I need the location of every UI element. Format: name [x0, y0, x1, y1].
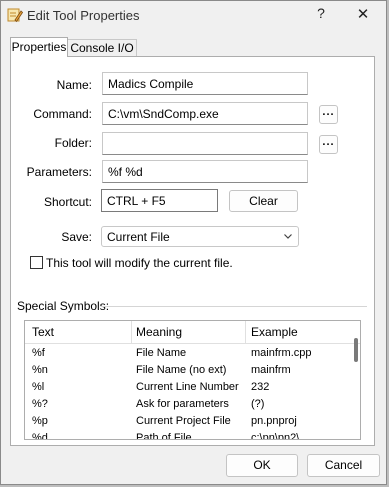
symbol-text: %l: [32, 381, 45, 393]
symbol-example: mainfrm: [251, 364, 291, 376]
cancel-button[interactable]: Cancel: [307, 454, 380, 477]
modify-file-checkbox-label[interactable]: This tool will modify the current file.: [46, 256, 233, 270]
list-item[interactable]: %n File Name (no ext) mainfrm: [25, 362, 345, 379]
symbol-text: %n: [32, 364, 48, 376]
symbol-text: %?: [32, 398, 48, 410]
symbol-example: c:\pn\pn2\: [251, 432, 300, 440]
list-item[interactable]: %d Path of File c:\pn\pn2\: [25, 430, 345, 440]
column-header-example[interactable]: Example: [251, 325, 298, 339]
special-symbols-list[interactable]: Text Meaning Example %f File Name mainfr…: [24, 320, 361, 440]
chevron-down-icon: [284, 234, 292, 239]
save-label: Save:: [61, 230, 92, 244]
list-scrollbar-thumb[interactable]: [354, 338, 358, 362]
save-dropdown-value: Current File: [107, 230, 170, 244]
list-item[interactable]: %p Current Project File pn.pnproj: [25, 413, 345, 430]
list-item[interactable]: %? Ask for parameters (?): [25, 396, 345, 413]
close-button[interactable]: ✕: [353, 5, 373, 25]
tab-properties[interactable]: Properties: [10, 37, 68, 57]
symbol-meaning: Current Line Number: [136, 381, 239, 393]
column-header-text[interactable]: Text: [32, 325, 54, 339]
window-title: Edit Tool Properties: [27, 8, 140, 23]
list-header: Text Meaning Example: [25, 321, 360, 344]
command-label: Command:: [33, 107, 92, 121]
folder-field[interactable]: [102, 132, 308, 155]
symbol-meaning: Current Project File: [136, 415, 231, 427]
special-symbols-divider: [101, 306, 367, 307]
modify-file-checkbox[interactable]: [30, 256, 43, 269]
title-bar: Edit Tool Properties ? ✕: [1, 1, 386, 31]
symbol-example: 232: [251, 381, 270, 393]
shortcut-label: Shortcut:: [43, 195, 92, 209]
column-header-meaning[interactable]: Meaning: [136, 325, 182, 339]
shortcut-field[interactable]: CTRL + F5: [101, 189, 218, 212]
column-separator: [131, 321, 132, 343]
list-item[interactable]: %l Current Line Number 232: [25, 379, 345, 396]
symbol-meaning: File Name (no ext): [136, 364, 227, 376]
list-item[interactable]: %f File Name mainfrm.cpp: [25, 345, 345, 362]
folder-browse-button[interactable]: ...: [319, 135, 338, 154]
command-browse-button[interactable]: ...: [319, 105, 338, 124]
help-button[interactable]: ?: [313, 5, 329, 25]
column-separator: [245, 321, 246, 343]
symbol-meaning: File Name: [136, 347, 187, 359]
save-dropdown[interactable]: Current File: [101, 226, 299, 247]
tab-console-io[interactable]: Console I/O: [67, 39, 137, 57]
edit-tool-properties-dialog: Edit Tool Properties ? ✕ Properties Cons…: [0, 0, 387, 485]
name-field[interactable]: Madics Compile: [102, 72, 308, 95]
symbol-meaning: Path of File: [136, 432, 192, 440]
symbol-example: mainfrm.cpp: [251, 347, 312, 359]
symbol-example: (?): [251, 398, 265, 410]
symbol-text: %p: [32, 415, 48, 427]
ok-button[interactable]: OK: [226, 454, 298, 477]
special-symbols-title: Special Symbols:: [17, 299, 114, 313]
clear-button[interactable]: Clear: [229, 190, 298, 212]
symbol-example: pn.pnproj: [251, 415, 297, 427]
parameters-label: Parameters:: [26, 165, 92, 179]
symbol-meaning: Ask for parameters: [136, 398, 229, 410]
name-label: Name:: [56, 78, 92, 92]
command-field[interactable]: C:\vm\SndComp.exe: [102, 102, 308, 125]
symbol-text: %d: [32, 432, 48, 440]
edit-pencil-icon: [7, 8, 23, 23]
parameters-field[interactable]: %f %d: [102, 160, 308, 183]
folder-label: Folder:: [54, 136, 92, 150]
symbol-text: %f: [32, 347, 45, 359]
